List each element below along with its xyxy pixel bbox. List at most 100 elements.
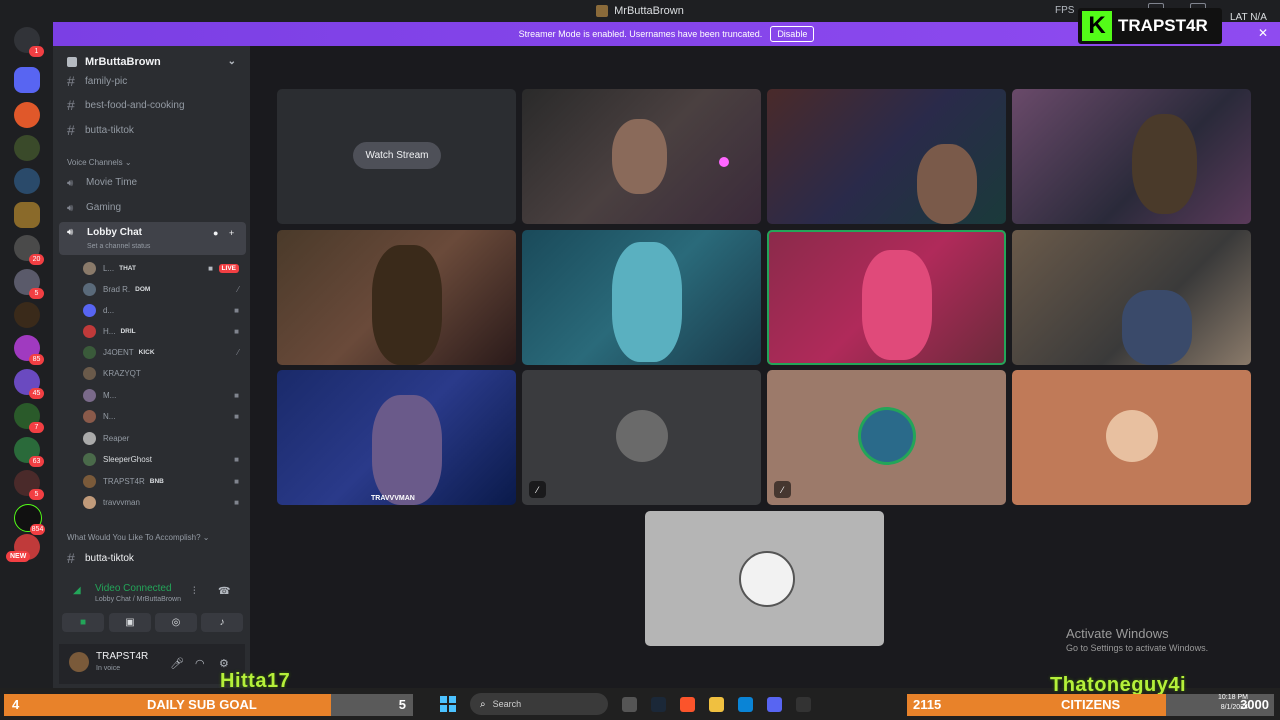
- invite-icon[interactable]: +: [229, 228, 234, 238]
- voice-member[interactable]: J4OENT KICK ⁄: [83, 344, 243, 360]
- gear-icon[interactable]: ⚙: [219, 657, 229, 670]
- video-tile-speaking[interactable]: [767, 230, 1006, 365]
- voice-member[interactable]: d... ■: [83, 302, 243, 318]
- obs-icon[interactable]: [796, 696, 811, 712]
- text-channel-best-food[interactable]: # best-food-and-cooking: [67, 97, 185, 113]
- taskbar-clock[interactable]: 10:18 PM 8/1/2024: [1218, 693, 1248, 713]
- windows-taskbar: ⌕ Search: [430, 690, 900, 718]
- noise-suppression-icon[interactable]: ⫶: [193, 586, 196, 597]
- server-icon[interactable]: [14, 102, 40, 128]
- server-icon[interactable]: 63: [14, 437, 44, 467]
- text-channel-butta-tiktok[interactable]: # butta-tiktok: [67, 122, 134, 138]
- voice-member[interactable]: travvvman ■: [83, 494, 243, 510]
- deafened-icon: ⁄: [237, 347, 239, 357]
- sub-goal-bar: 4 DAILY SUB GOAL 5: [4, 694, 413, 716]
- voice-member[interactable]: Reaper: [83, 430, 243, 446]
- steam-icon[interactable]: [651, 696, 666, 712]
- voice-channel-lobby-chat[interactable]: 🔊︎ Lobby Chat Set a channel status ● +: [59, 222, 246, 255]
- taskbar-search[interactable]: ⌕ Search: [470, 693, 608, 715]
- server-icon[interactable]: 7: [14, 403, 44, 433]
- hash-icon: #: [67, 122, 75, 138]
- voice-member[interactable]: L... THAT ■ LIVE: [83, 260, 243, 276]
- camera-icon: ■: [79, 617, 87, 628]
- watch-stream-button[interactable]: Watch Stream: [353, 142, 441, 169]
- avatar: [83, 261, 96, 275]
- speaker-icon: 🔊︎: [67, 177, 74, 189]
- muted-icon: ⁄: [237, 284, 239, 294]
- video-tile-no-camera[interactable]: ⁄: [522, 370, 761, 505]
- voice-channel-movie-time[interactable]: 🔊︎ Movie Time: [67, 177, 137, 189]
- direct-messages-icon[interactable]: [14, 67, 40, 93]
- avatar[interactable]: [69, 652, 89, 672]
- citizens-current: 2115: [913, 697, 942, 712]
- file-explorer-icon[interactable]: [709, 696, 724, 712]
- voice-member[interactable]: SleeperGhost ■: [83, 451, 243, 467]
- video-tile-no-camera[interactable]: ⁄: [767, 370, 1006, 505]
- category-accomplish[interactable]: What Would You Like To Accomplish? ⌄: [67, 533, 210, 542]
- sub-goal-target: 5: [398, 697, 406, 712]
- video-tile[interactable]: [1012, 230, 1251, 365]
- video-tile[interactable]: [277, 230, 516, 365]
- stream-tile[interactable]: Watch Stream: [277, 89, 516, 224]
- video-tile-no-camera[interactable]: [645, 511, 884, 646]
- deafened-icon: ⁄: [774, 481, 791, 498]
- video-tile[interactable]: [522, 89, 761, 224]
- chevron-down-icon[interactable]: ⌄: [228, 56, 236, 67]
- server-icon-kick[interactable]: 854: [14, 504, 45, 535]
- avatar: [83, 282, 96, 296]
- server-icon[interactable]: [14, 302, 40, 328]
- neon-sign-decor: [842, 95, 922, 113]
- voice-location[interactable]: Lobby Chat / MrButtaBrown: [95, 596, 181, 603]
- activities-button[interactable]: ◎: [155, 613, 197, 632]
- voice-channel-gaming[interactable]: 🔊︎ Gaming: [67, 202, 121, 214]
- video-tile[interactable]: [522, 230, 761, 365]
- participant-video: [1122, 290, 1192, 365]
- avatar: [861, 410, 913, 462]
- headphones-icon[interactable]: ◠: [195, 657, 205, 670]
- server-icon[interactable]: 5: [14, 269, 44, 299]
- voice-member[interactable]: Brad R. DOM ⁄: [83, 281, 243, 297]
- voice-member[interactable]: M... ■: [83, 387, 243, 403]
- screen-share-button[interactable]: ▣: [109, 613, 151, 632]
- camera-button[interactable]: ■: [62, 613, 104, 632]
- overlay-name-left: Hitta17: [220, 670, 291, 692]
- microphone-icon[interactable]: 🎤︎: [170, 657, 184, 670]
- server-icon[interactable]: 20: [14, 235, 44, 265]
- video-tile[interactable]: [1012, 89, 1251, 224]
- server-icon[interactable]: 45: [14, 369, 44, 399]
- category-voice-channels[interactable]: Voice Channels ⌄: [67, 158, 132, 167]
- server-icon-mrbuttabrown[interactable]: [14, 202, 40, 228]
- voice-member[interactable]: KRAZYQT: [83, 365, 243, 381]
- voice-member[interactable]: H... DRIL ■: [83, 323, 243, 339]
- voice-member[interactable]: N... ■: [83, 408, 243, 424]
- video-tile-no-camera[interactable]: [1012, 370, 1251, 505]
- video-tile[interactable]: TRAVVVMAN: [277, 370, 516, 505]
- server-icon[interactable]: [14, 135, 40, 161]
- text-channel-butta-tiktok-bottom[interactable]: # butta-tiktok: [67, 550, 134, 566]
- avatar: [83, 303, 96, 317]
- camera-icon: ■: [208, 263, 213, 273]
- server-icon[interactable]: 85: [14, 335, 44, 365]
- brave-icon[interactable]: [680, 696, 695, 712]
- sub-goal-label: DAILY SUB GOAL: [147, 697, 257, 712]
- server-name: MrButtaBrown: [85, 56, 161, 68]
- discord-home-icon[interactable]: 1: [14, 27, 44, 57]
- video-tile[interactable]: [767, 89, 1006, 224]
- camera-icon: ■: [234, 476, 239, 486]
- voice-member[interactable]: TRAPST4R BNB ■: [83, 473, 243, 489]
- disable-button[interactable]: Disable: [770, 26, 815, 42]
- task-view-icon[interactable]: [622, 696, 637, 712]
- close-icon[interactable]: ✕: [1258, 26, 1268, 40]
- server-icon[interactable]: [14, 168, 40, 194]
- soundboard-button[interactable]: ♪: [201, 613, 243, 632]
- discord-icon[interactable]: [767, 696, 782, 712]
- gamepad-icon: ◎: [171, 617, 181, 628]
- disconnect-icon[interactable]: ☎: [218, 586, 230, 597]
- server-icon[interactable]: 5: [14, 470, 44, 500]
- windows-start-icon[interactable]: [440, 696, 456, 712]
- edge-icon[interactable]: [738, 696, 753, 712]
- kick-overlay: K TRAPST4R: [1078, 8, 1222, 44]
- channel-status[interactable]: Set a channel status: [87, 243, 150, 250]
- chat-icon[interactable]: ●: [213, 228, 218, 238]
- text-channel-family-pic[interactable]: # family-pic: [67, 73, 127, 89]
